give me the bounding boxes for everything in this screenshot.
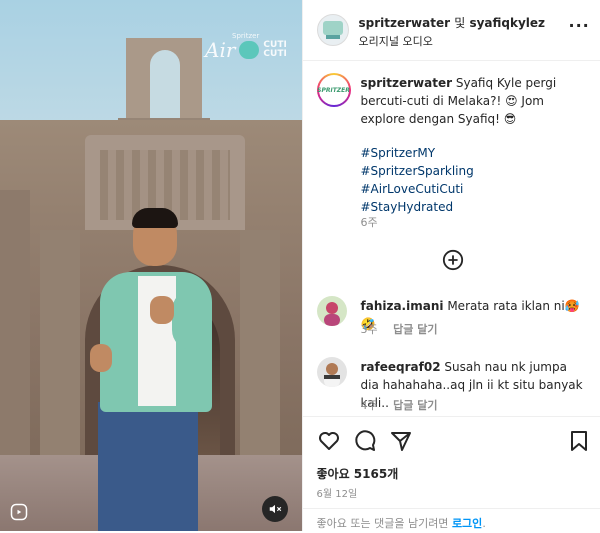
hashtag-link[interactable]: #SpritzerSparkling <box>361 162 474 180</box>
commenter-avatar[interactable] <box>317 357 347 387</box>
person-hair <box>132 208 178 228</box>
hashtag-link[interactable]: #SpritzerMY <box>361 144 474 162</box>
video-pillar-right <box>240 230 280 460</box>
reels-icon <box>10 503 28 521</box>
bookmark-icon[interactable] <box>567 429 591 453</box>
logo-cuti-line-2: CUTI <box>263 49 286 59</box>
load-more-comments-icon[interactable] <box>442 249 464 271</box>
comment-prompt: 좋아요 또는 댓글을 남기려면 로그인. <box>317 515 486 531</box>
speaker-muted-icon <box>268 502 282 516</box>
logo-heart-icon <box>239 41 259 59</box>
comment-login-prompt: 좋아요 또는 댓글을 남기려면 로그인. <box>303 508 600 533</box>
commenter-avatar[interactable] <box>317 296 347 326</box>
instagram-post: Spritzer Air CUTI CUTI spr <box>0 0 600 531</box>
post-video[interactable]: Spritzer Air CUTI CUTI <box>0 0 302 531</box>
share-paper-plane-icon[interactable] <box>389 429 413 453</box>
person-hand-right <box>150 296 174 324</box>
post-actions: 좋아요 5165개 6월 12일 좋아요 또는 댓글을 남기려면 로그인. <box>303 416 600 531</box>
hashtag-link[interactable]: #AirLoveCutiCuti <box>361 180 474 198</box>
video-logo-overlay: Air CUTI CUTI <box>205 38 287 62</box>
mute-button[interactable] <box>262 496 288 522</box>
post-date[interactable]: 6월 12일 <box>317 485 358 500</box>
post-caption: spritzerwater Syafiq Kyle pergi bercuti-… <box>361 74 586 128</box>
author-avatar[interactable] <box>317 14 349 46</box>
video-left-wall <box>0 190 30 460</box>
video-pillar-left <box>40 230 80 460</box>
commenter-username[interactable]: rafeeqraf02 <box>361 360 441 374</box>
likes-count[interactable]: 좋아요 5165개 <box>317 465 399 482</box>
comment-meta: 4주 답글 달기 <box>361 397 450 413</box>
comment-time[interactable]: 4주 <box>361 399 378 412</box>
post-header: spritzerwater 및 syafiqkylez 오리지널 오디오 ··· <box>303 0 600 61</box>
comment-prompt-text: 좋아요 또는 댓글을 남기려면 <box>317 517 449 530</box>
like-heart-icon[interactable] <box>317 429 341 453</box>
person-jeans <box>98 402 198 531</box>
person-hand-left <box>90 344 112 372</box>
logo-air-text: Air <box>205 38 235 62</box>
reply-button[interactable]: 답글 달기 <box>393 323 437 336</box>
caption-timestamp[interactable]: 6주 <box>361 214 378 230</box>
original-audio-link[interactable]: 오리지널 오디오 <box>359 33 433 49</box>
author-names: spritzerwater 및 syafiqkylez <box>359 14 546 31</box>
comment-time[interactable]: 3주 <box>361 323 378 336</box>
hashtag-list: #SpritzerMY #SpritzerSparkling #AirLoveC… <box>361 144 474 216</box>
caption-username[interactable]: spritzerwater <box>361 76 453 90</box>
comment-meta: 3주 답글 달기 <box>361 321 450 337</box>
more-options-button[interactable]: ··· <box>569 20 589 40</box>
person-arm <box>172 290 212 350</box>
logo-cuti-text: CUTI CUTI <box>263 41 286 59</box>
video-tower-arch <box>150 50 180 120</box>
prompt-period: . <box>482 517 486 530</box>
commenter-username[interactable]: fahiza.imani <box>361 299 444 313</box>
post-details-panel: spritzerwater 및 syafiqkylez 오리지널 오디오 ···… <box>302 0 600 531</box>
author-username[interactable]: spritzerwater <box>359 16 451 30</box>
comment-bubble-icon[interactable] <box>353 429 377 453</box>
collaborator-username[interactable]: syafiqkylez <box>469 16 545 30</box>
author-connector: 및 <box>454 16 465 30</box>
caption-avatar[interactable]: SPRITZER <box>317 73 351 107</box>
reply-button[interactable]: 답글 달기 <box>393 399 437 412</box>
login-link[interactable]: 로그인 <box>452 517 482 530</box>
avatar-brand-mark: SPRITZER <box>317 87 350 94</box>
